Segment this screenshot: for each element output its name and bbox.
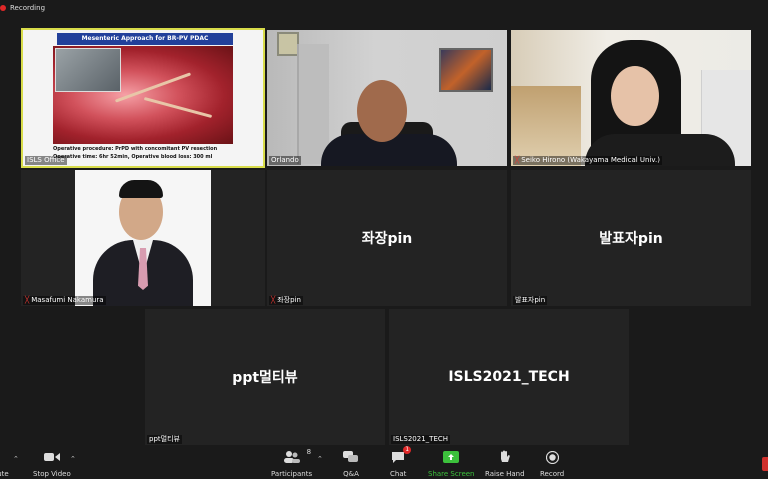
- recording-indicator: Recording: [0, 0, 768, 16]
- video-tile-chair-pin[interactable]: 좌장pin ╳ 좌장pin: [267, 170, 507, 306]
- participant-name: ╳ Seiko Hirono (Wakayama Medical Univ.): [513, 156, 662, 165]
- mute-options-chevron-icon[interactable]: ⌃: [13, 455, 19, 463]
- participant-name: 발표자pin: [513, 296, 548, 305]
- qa-button[interactable]: Q&A: [343, 449, 359, 478]
- participant-center-name: ISLS2021_TECH: [448, 369, 570, 385]
- slide-inset-image: [55, 48, 121, 92]
- end-meeting-button[interactable]: [762, 457, 768, 471]
- participant-center-name: 좌장pin: [361, 231, 413, 247]
- slide-text-procedure: Operative procedure: PrPD with concomita…: [53, 146, 218, 152]
- qa-icon: [343, 449, 359, 465]
- participant-name: ╳ Masafumi Nakamura: [23, 296, 106, 305]
- video-tile-masafumi-nakamura[interactable]: ╳ Masafumi Nakamura: [21, 170, 265, 306]
- slide-title: Mesenteric Approach for BR-PV PDAC: [57, 33, 233, 45]
- participant-name: ppt멀티뷰: [147, 435, 182, 444]
- record-icon: [545, 449, 559, 465]
- mute-button[interactable]: ute: [0, 449, 10, 478]
- video-tile-presenter-pin[interactable]: 발표자pin 발표자pin: [511, 170, 751, 306]
- participant-name: ISLS2021_TECH: [391, 435, 451, 444]
- camera-feed: [75, 170, 211, 306]
- participant-center-name: ppt멀티뷰: [232, 370, 298, 386]
- chat-button[interactable]: 1 Chat: [390, 446, 412, 478]
- meeting-toolbar: ute ⌃ Stop Video ⌃ 8 Participants ⌃ Q&A …: [0, 446, 768, 479]
- person-head: [357, 80, 407, 142]
- video-options-chevron-icon[interactable]: ⌃: [70, 455, 76, 463]
- video-tile-ppt-multiview[interactable]: ppt멀티뷰 ppt멀티뷰: [145, 309, 385, 445]
- participants-button[interactable]: 8 Participants: [271, 448, 312, 478]
- video-tile-orlando[interactable]: Orlando: [267, 30, 507, 166]
- recording-label: Recording: [10, 4, 46, 12]
- person-hair: [119, 180, 163, 198]
- participant-name: ISLS Office: [25, 156, 67, 165]
- microphone-icon: [0, 449, 10, 465]
- chat-unread-badge: 1: [403, 446, 412, 454]
- share-screen-button[interactable]: Share Screen: [428, 449, 475, 478]
- record-dot-icon: [0, 5, 6, 11]
- video-tile-seiko-hirono[interactable]: ╳ Seiko Hirono (Wakayama Medical Univ.): [511, 30, 751, 166]
- stop-video-button[interactable]: Stop Video: [33, 449, 71, 478]
- raise-hand-button[interactable]: Raise Hand: [485, 449, 525, 478]
- participants-options-chevron-icon[interactable]: ⌃: [317, 455, 323, 463]
- raise-hand-icon: [499, 449, 511, 465]
- share-screen-icon: [443, 449, 460, 465]
- participant-center-name: 발표자pin: [599, 231, 663, 247]
- video-camera-icon: [43, 449, 60, 465]
- mic-muted-icon: ╳: [515, 156, 520, 164]
- slide-text-time: Operative time: 6hr 52min, Operative blo…: [53, 154, 213, 160]
- wall-painting: [439, 48, 493, 92]
- mic-muted-icon: ╳: [25, 296, 30, 304]
- lab-shelf: [511, 86, 581, 166]
- wall-frame: [277, 32, 299, 56]
- record-button[interactable]: Record: [540, 449, 564, 478]
- person-face: [611, 66, 659, 126]
- chat-icon: 1: [391, 446, 412, 465]
- participant-name: Orlando: [269, 156, 301, 165]
- video-tile-isls-office[interactable]: Mesenteric Approach for BR-PV PDAC Opera…: [21, 28, 265, 168]
- mic-muted-icon: ╳: [271, 296, 276, 304]
- participants-icon: 8: [283, 448, 311, 465]
- participants-count: 8: [306, 448, 312, 456]
- video-tile-isls2021-tech[interactable]: ISLS2021_TECH ISLS2021_TECH: [389, 309, 629, 445]
- door: [297, 44, 329, 164]
- participant-name: ╳ 좌장pin: [269, 296, 303, 305]
